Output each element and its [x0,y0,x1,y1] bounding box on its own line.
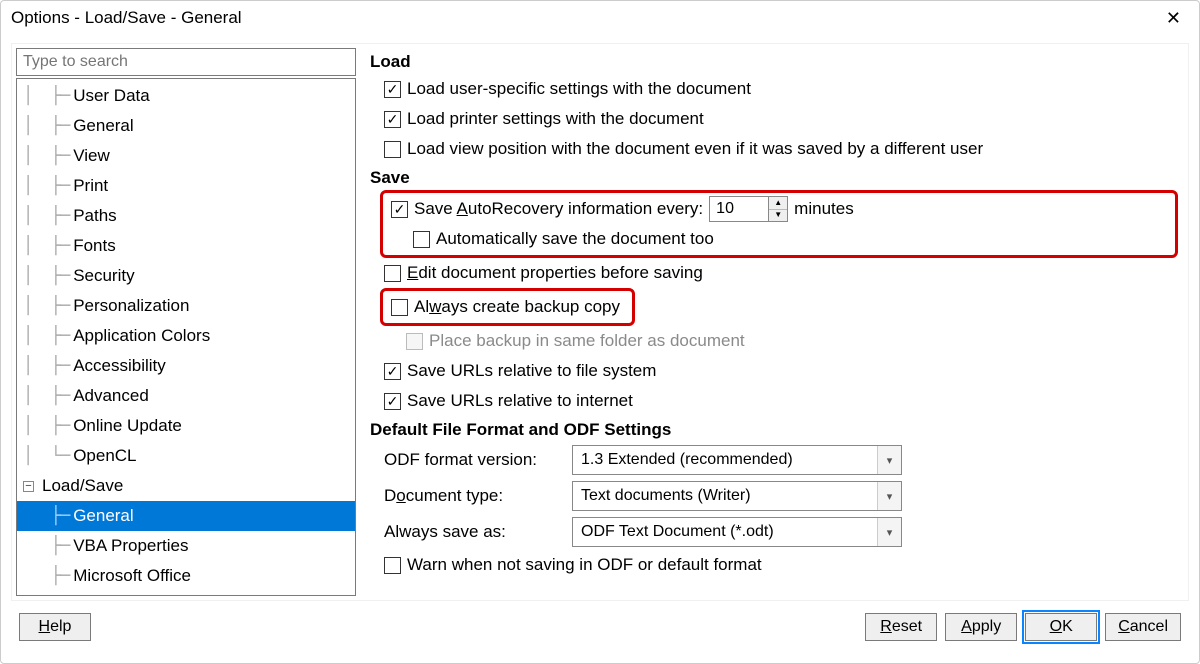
checkbox-url-fs[interactable]: ✓ [384,363,401,380]
checkbox-autorecovery[interactable]: ✓ [391,201,408,218]
tree-item[interactable]: │ ├─Application Colors [17,321,355,351]
highlight-autorecovery: ✓ Save AutoRecovery information every: ▲… [380,190,1178,258]
label-backup: Always create backup copy [414,297,620,317]
section-save: Save [370,168,1178,188]
spin-down-icon[interactable]: ▼ [769,210,787,222]
label-load-printer: Load printer settings with the document [407,109,704,129]
label-warn-odf: Warn when not saving in ODF or default f… [407,555,762,575]
label-autorecovery: Save AutoRecovery information every: [414,199,703,219]
ok-button[interactable]: OK [1025,613,1097,641]
tree-item[interactable]: │ ├─Advanced [17,381,355,411]
titlebar: Options - Load/Save - General ✕ [1,1,1199,35]
label-backup-same-folder: Place backup in same folder as document [429,331,745,351]
label-load-view-pos: Load view position with the document eve… [407,139,983,159]
tree-item-general[interactable]: ├─General [17,501,355,531]
highlight-backup: Always create backup copy [380,288,635,326]
select-always-save-as[interactable]: ODF Text Document (*.odt) ▾ [572,517,902,547]
dialog-footer: Help Reset Apply OK Cancel [11,601,1189,649]
label-url-net: Save URLs relative to internet [407,391,633,411]
label-doc-type: Document type: [384,486,564,506]
label-odf-version: ODF format version: [384,450,564,470]
collapse-icon[interactable]: − [23,481,34,492]
tree-item[interactable]: │ ├─General [17,111,355,141]
autorecovery-unit: minutes [794,199,854,219]
label-url-fs: Save URLs relative to file system [407,361,656,381]
tree-item[interactable]: │ ├─User Data [17,81,355,111]
chevron-down-icon[interactable]: ▾ [877,446,901,474]
settings-panel: Load ✓ Load user-specific settings with … [362,48,1184,596]
checkbox-warn-odf[interactable] [384,557,401,574]
tree-item[interactable]: │ ├─Personalization [17,291,355,321]
select-doc-type[interactable]: Text documents (Writer) ▾ [572,481,902,511]
checkbox-backup-same-folder [406,333,423,350]
checkbox-load-printer[interactable]: ✓ [384,111,401,128]
tree-node-loadsave[interactable]: − Load/Save [17,471,355,501]
search-input[interactable] [16,48,356,76]
section-load: Load [370,52,1178,72]
apply-button[interactable]: Apply [945,613,1017,641]
help-button[interactable]: Help [19,613,91,641]
close-icon[interactable]: ✕ [1158,7,1189,29]
options-dialog: Options - Load/Save - General ✕ │ ├─User… [0,0,1200,664]
section-format: Default File Format and ODF Settings [370,420,1178,440]
tree-item[interactable]: │ └─OpenCL [17,441,355,471]
tree-item[interactable]: │ ├─Print [17,171,355,201]
checkbox-load-view-pos[interactable] [384,141,401,158]
tree-item[interactable]: └─HTML Compatibility [17,591,355,596]
label-edit-props: Edit document properties before saving [407,263,703,283]
checkbox-load-user-specific[interactable]: ✓ [384,81,401,98]
window-title: Options - Load/Save - General [11,8,242,28]
tree-item[interactable]: │ ├─Fonts [17,231,355,261]
left-panel: │ ├─User Data │ ├─General │ ├─View │ ├─P… [16,48,356,596]
tree-item[interactable]: │ ├─Accessibility [17,351,355,381]
tree-item[interactable]: ├─Microsoft Office [17,561,355,591]
tree-item[interactable]: │ ├─Paths [17,201,355,231]
tree-item[interactable]: │ ├─View [17,141,355,171]
autorecovery-minutes-input[interactable] [710,197,768,221]
label-always-save-as: Always save as: [384,522,564,542]
label-autosave-doc: Automatically save the document too [436,229,714,249]
checkbox-edit-props[interactable] [384,265,401,282]
spin-up-icon[interactable]: ▲ [769,197,787,210]
reset-button[interactable]: Reset [865,613,937,641]
options-tree[interactable]: │ ├─User Data │ ├─General │ ├─View │ ├─P… [16,78,356,596]
chevron-down-icon[interactable]: ▾ [877,482,901,510]
checkbox-autosave-doc[interactable] [413,231,430,248]
label-load-user-specific: Load user-specific settings with the doc… [407,79,751,99]
select-odf-version[interactable]: 1.3 Extended (recommended) ▾ [572,445,902,475]
cancel-button[interactable]: Cancel [1105,613,1181,641]
checkbox-url-net[interactable]: ✓ [384,393,401,410]
tree-item[interactable]: ├─VBA Properties [17,531,355,561]
chevron-down-icon[interactable]: ▾ [877,518,901,546]
autorecovery-minutes-stepper[interactable]: ▲ ▼ [709,196,788,222]
tree-item[interactable]: │ ├─Online Update [17,411,355,441]
tree-item[interactable]: │ ├─Security [17,261,355,291]
checkbox-backup[interactable] [391,299,408,316]
